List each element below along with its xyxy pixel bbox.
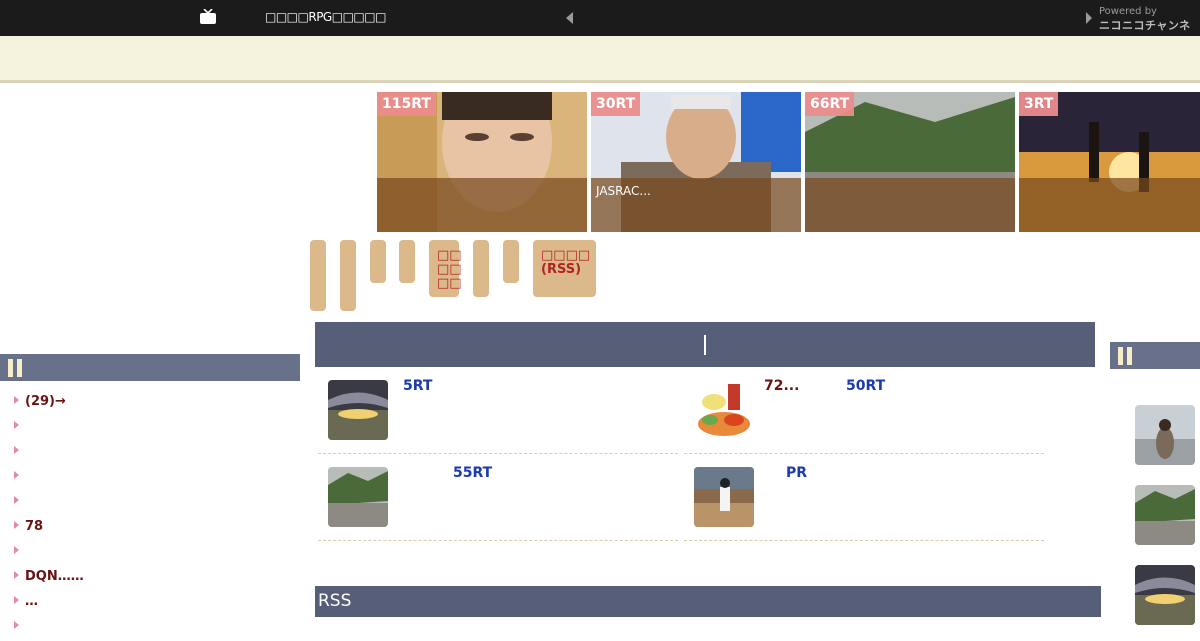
bullet-arrow-icon xyxy=(14,596,19,604)
row-divider xyxy=(684,540,1044,541)
nav-pill-6[interactable] xyxy=(473,240,489,297)
rss-nav-label: □□□□ (RSS) xyxy=(541,248,591,277)
featured-tile-4[interactable]: 3RT xyxy=(1019,92,1200,232)
bullet-arrow-icon xyxy=(14,471,19,479)
rt-badge: 30RT xyxy=(591,92,641,116)
rt-badge: 66RT xyxy=(805,92,855,116)
nav-pill-5-label: □□ □□ □□ xyxy=(437,248,462,291)
bullet-arrow-icon xyxy=(14,521,19,529)
left-sidebar-header xyxy=(0,354,300,381)
featured-tile-3[interactable]: 66RT xyxy=(805,92,1015,232)
tile-shade xyxy=(377,178,587,232)
sidebar-thumbnail[interactable] xyxy=(1135,565,1195,625)
rt-badge: 115RT xyxy=(377,92,436,116)
list-item-label: 78 xyxy=(25,519,44,534)
list-item[interactable] xyxy=(14,544,25,566)
list-item[interactable] xyxy=(14,444,25,466)
list-item-label: DQN…… xyxy=(25,569,84,584)
bullet-arrow-icon xyxy=(14,621,19,629)
site-title[interactable]: □□□□RPG□□□□□ xyxy=(265,10,386,24)
article-pr-label[interactable]: PR xyxy=(786,465,807,481)
bullet-arrow-icon xyxy=(14,396,19,404)
nav-pill-3[interactable] xyxy=(370,240,386,283)
sidebar-thumbnail[interactable] xyxy=(1135,405,1195,465)
row-divider xyxy=(684,453,1044,454)
row-divider xyxy=(318,453,678,454)
article-title[interactable]: 72... xyxy=(764,378,799,394)
tile-shade xyxy=(805,178,1015,232)
next-arrow-icon[interactable] xyxy=(1086,12,1092,24)
featured-tile-1[interactable]: 115RT xyxy=(377,92,587,232)
article-thumbnail[interactable] xyxy=(328,467,388,527)
tile-caption: JASRAC... xyxy=(596,184,651,198)
list-item[interactable] xyxy=(14,419,25,441)
featured-tile-2[interactable]: 30RT JASRAC... xyxy=(591,92,801,232)
list-item[interactable]: … xyxy=(14,594,38,616)
bullet-arrow-icon xyxy=(14,446,19,454)
bullet-arrow-icon xyxy=(14,571,19,579)
list-item-label: (29)→ xyxy=(25,394,66,409)
tile-shade xyxy=(1019,178,1200,232)
list-item-label: … xyxy=(25,594,38,609)
nav-pill-1[interactable] xyxy=(310,240,326,311)
prev-arrow-icon[interactable] xyxy=(566,12,573,24)
rss-section-header: RSS xyxy=(315,586,1101,617)
rt-badge: 3RT xyxy=(1019,92,1059,116)
sidebar-thumbnail[interactable] xyxy=(1135,485,1195,545)
article-rt-count[interactable]: 50RT xyxy=(846,378,885,394)
tv-icon[interactable] xyxy=(199,9,217,25)
article-thumbnail[interactable] xyxy=(694,380,754,440)
header-banner xyxy=(0,36,1200,83)
pause-icon xyxy=(8,359,26,381)
top-bar: □□□□RPG□□□□□ Powered by ニコニコチャンネル xyxy=(0,0,1200,48)
bullet-arrow-icon xyxy=(14,496,19,504)
right-sidebar-header xyxy=(1110,342,1200,369)
bullet-arrow-icon xyxy=(14,421,19,429)
pause-icon xyxy=(1118,347,1136,369)
nav-pill-7[interactable] xyxy=(503,240,519,283)
bullet-arrow-icon xyxy=(14,546,19,554)
list-item[interactable] xyxy=(14,619,25,641)
list-item[interactable]: DQN…… xyxy=(14,569,84,591)
article-thumbnail[interactable] xyxy=(328,380,388,440)
powered-by-text: Powered by xyxy=(1099,6,1157,17)
article-thumbnail[interactable] xyxy=(694,467,754,527)
article-rt-count[interactable]: 5RT xyxy=(403,378,432,394)
article-rt-count[interactable]: 55RT xyxy=(453,465,492,481)
nav-pill-4[interactable] xyxy=(399,240,415,283)
text-cursor xyxy=(704,335,706,355)
nav-pill-2[interactable] xyxy=(340,240,356,311)
list-item[interactable]: (29)→ xyxy=(14,394,66,416)
list-item[interactable] xyxy=(14,494,25,516)
list-item[interactable] xyxy=(14,469,25,491)
row-divider xyxy=(318,540,678,541)
list-item[interactable]: 78 xyxy=(14,519,43,541)
